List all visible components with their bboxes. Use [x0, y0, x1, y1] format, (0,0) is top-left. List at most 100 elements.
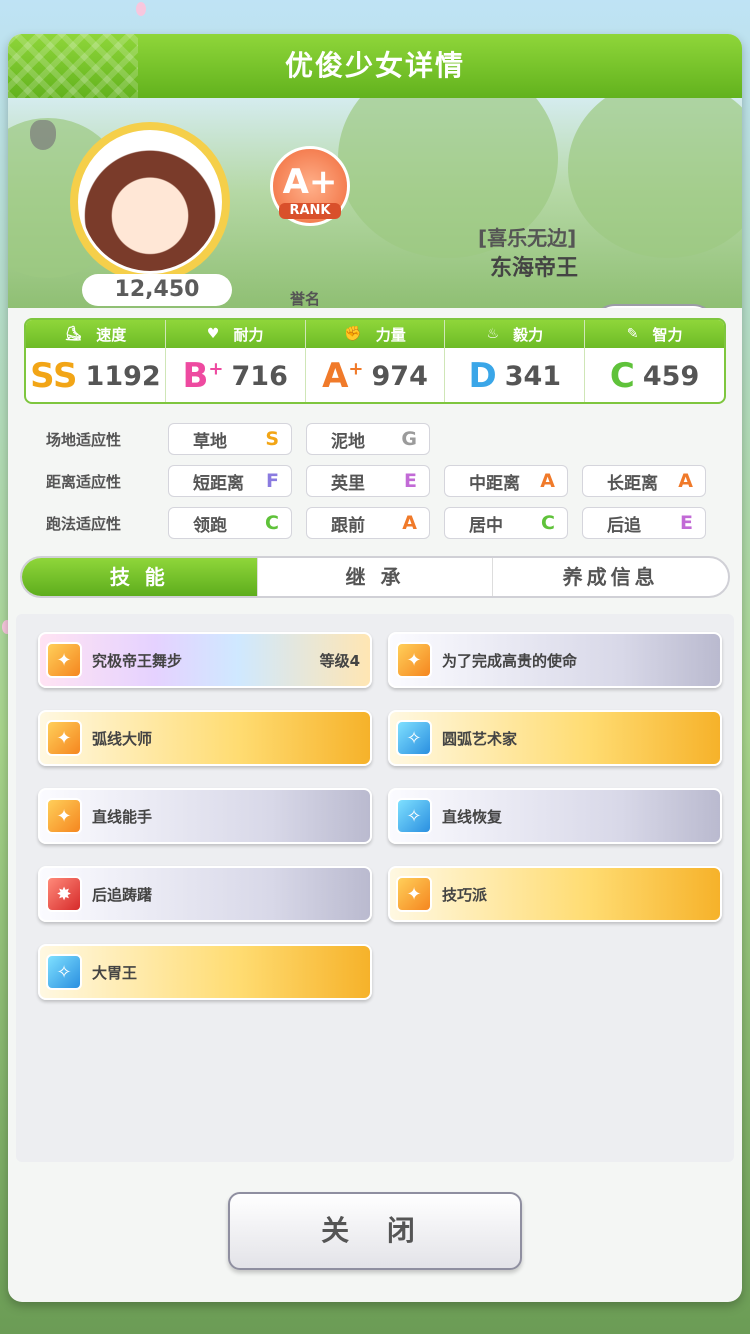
- carrot-icon: [30, 120, 56, 150]
- avatar[interactable]: [70, 122, 230, 282]
- stat-grade: A+: [322, 356, 364, 396]
- aptitude-grade: A: [678, 470, 693, 492]
- skill-name: 直线能手: [92, 807, 153, 826]
- skill-card[interactable]: ✦ 技巧派: [388, 866, 722, 922]
- aptitude-label: 场地适应性: [46, 430, 122, 449]
- aptitude-name: 短距离: [193, 473, 244, 494]
- aptitude-name: 长距离: [607, 473, 658, 494]
- stat-label: 力量: [375, 325, 406, 344]
- stat-label: 耐力: [233, 325, 264, 344]
- skill-card[interactable]: ✦ 弧线大师: [38, 710, 372, 766]
- detail-tabs: 技 能 继 承 养成信息: [20, 556, 730, 598]
- skill-name: 大胃王: [92, 963, 138, 982]
- aptitude-name: 后追: [607, 515, 641, 536]
- aptitude-name: 英里: [331, 473, 365, 494]
- aptitude-cell: 居中 C: [444, 507, 568, 539]
- stat-body: SS 1192: [26, 348, 165, 402]
- aptitude-cell: 英里 E: [306, 465, 430, 497]
- skill-name: 为了完成高贵的使命: [442, 651, 578, 670]
- tab-training-info[interactable]: 养成信息: [493, 558, 728, 596]
- stat-header: ✊ 力量: [305, 320, 445, 348]
- skill-icon: ✧: [396, 798, 432, 834]
- cap-icon: ✎: [626, 326, 639, 342]
- stat-body: C 459: [585, 348, 724, 402]
- aptitude-name: 草地: [193, 431, 227, 452]
- change-title-button[interactable]: 更 改: [592, 304, 716, 308]
- stat-header: ⛸ 速度: [26, 320, 165, 348]
- title-bar: 优俊少女详情: [8, 34, 742, 98]
- stat-header: ♥ 耐力: [165, 320, 305, 348]
- aptitude-grade: G: [401, 428, 417, 450]
- stat-header: ♨ 毅力: [445, 320, 585, 348]
- aptitude-cell: 泥地 G: [306, 423, 430, 455]
- stat-body: D 341: [445, 348, 584, 402]
- skill-level: 等级4: [319, 651, 360, 670]
- skill-name: 弧线大师: [92, 729, 153, 748]
- stat-label: 智力: [652, 325, 683, 344]
- skills-list: ✦ 究极帝王舞步 等级4 ✦ 为了完成高贵的使命 ✦ 弧线大师 ✧ 圆弧艺术家 ✦…: [16, 614, 734, 1162]
- aptitude-grade: A: [402, 512, 417, 534]
- detail-panel: 优俊少女详情 12,450 A+ RANK 誉名 [喜乐无边] 东海帝王 帝王 …: [8, 34, 742, 1302]
- rank-word: RANK: [279, 203, 341, 219]
- aptitude-grade: C: [265, 512, 279, 534]
- petal-decoration: [136, 2, 146, 16]
- stat-column: ♨ 毅力 D 341: [445, 320, 586, 402]
- stat-value: 1192: [85, 360, 161, 392]
- character-name: 东海帝王: [490, 256, 579, 281]
- stat-value: 341: [504, 360, 562, 392]
- stat-grade: C: [609, 356, 635, 396]
- aptitude-name: 跟前: [331, 515, 365, 536]
- aptitude-grade: E: [680, 512, 693, 534]
- aptitude-grade: F: [266, 470, 279, 492]
- flame-icon: ♨: [486, 326, 500, 342]
- tab-skills[interactable]: 技 能: [22, 558, 258, 596]
- tree-decoration: [568, 98, 742, 258]
- aptitude-cell: 长距离 A: [582, 465, 706, 497]
- rank-grade: A+: [282, 162, 338, 202]
- skill-icon: ✸: [46, 876, 82, 912]
- rank-label: 誉名: [290, 290, 321, 308]
- tab-inheritance[interactable]: 继 承: [258, 558, 494, 596]
- aptitude-name: 居中: [469, 515, 503, 536]
- aptitude-row: 场地适应性 草地 S 泥地 G: [24, 418, 726, 460]
- skill-card[interactable]: ✸ 后追踌躇: [38, 866, 372, 922]
- skill-icon: ✦: [396, 642, 432, 678]
- stat-column: ✎ 智力 C 459: [585, 320, 724, 402]
- skill-card[interactable]: ✦ 直线能手: [38, 788, 372, 844]
- rank-badge: A+ RANK: [270, 146, 350, 226]
- aptitude-name: 泥地: [331, 431, 365, 452]
- close-button[interactable]: 关 闭: [228, 1192, 522, 1270]
- skill-name: 直线恢复: [442, 807, 503, 826]
- stat-column: ♥ 耐力 B+ 716: [165, 320, 306, 402]
- shoe-icon: ⛸: [64, 326, 83, 342]
- skill-name: 圆弧艺术家: [442, 729, 518, 748]
- stat-value: 459: [642, 360, 700, 392]
- stat-label: 毅力: [513, 325, 544, 344]
- aptitude-cell: 草地 S: [168, 423, 292, 455]
- skill-card[interactable]: ✧ 大胃王: [38, 944, 372, 1000]
- aptitude-name: 中距离: [469, 473, 520, 494]
- skill-icon: ✦: [46, 642, 82, 678]
- aptitude-cell: 后追 E: [582, 507, 706, 539]
- skill-card[interactable]: ✦ 究极帝王舞步 等级4: [38, 632, 372, 688]
- aptitude-table: 场地适应性 草地 S 泥地 G 距离适应性 短距离 F 英里 E 中距离 A 长…: [24, 418, 726, 544]
- stat-label: 速度: [96, 325, 127, 344]
- stat-grade: SS: [30, 356, 78, 396]
- aptitude-cell: 领跑 C: [168, 507, 292, 539]
- stat-value: 974: [371, 360, 428, 392]
- skill-card[interactable]: ✦ 为了完成高贵的使命: [388, 632, 722, 688]
- skill-card[interactable]: ✧ 圆弧艺术家: [388, 710, 722, 766]
- aptitude-cell: 跟前 A: [306, 507, 430, 539]
- aptitude-name: 领跑: [193, 515, 227, 536]
- skill-icon: ✧: [396, 720, 432, 756]
- stat-body: B+ 716: [166, 348, 305, 402]
- character-epithet: [喜乐无边]: [478, 226, 577, 250]
- stat-header: ✎ 智力: [585, 320, 724, 348]
- aptitude-label: 距离适应性: [46, 472, 122, 491]
- title-pattern: [8, 34, 138, 98]
- skill-icon: ✦: [46, 798, 82, 834]
- skill-card[interactable]: ✧ 直线恢复: [388, 788, 722, 844]
- skill-icon: ✦: [46, 720, 82, 756]
- aptitude-grade: A: [540, 470, 555, 492]
- avatar-portrait: [78, 130, 222, 274]
